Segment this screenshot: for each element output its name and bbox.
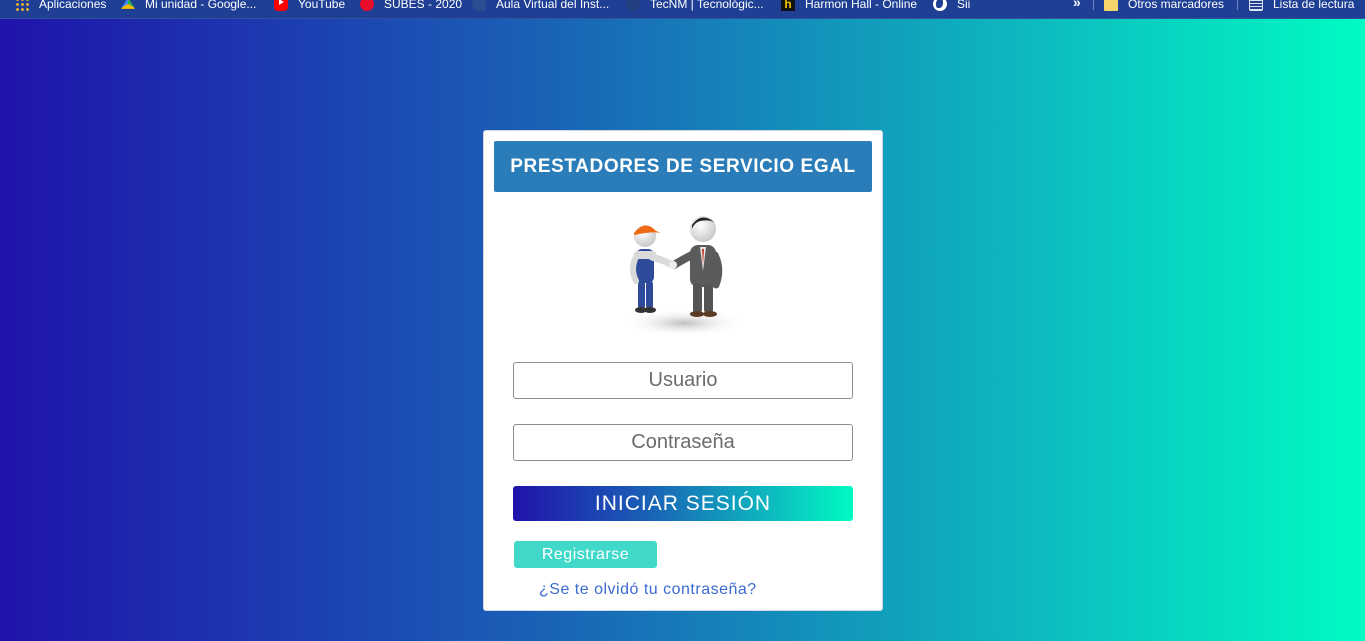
username-input[interactable] bbox=[513, 362, 853, 399]
bookmark-label: Lista de lectura bbox=[1273, 0, 1355, 11]
bookmark-label: Harmon Hall - Online bbox=[805, 0, 918, 11]
bookmarks-divider bbox=[1237, 0, 1238, 10]
bookmark-subes[interactable]: SUBES - 2020 bbox=[360, 0, 462, 13]
google-drive-icon bbox=[121, 0, 135, 9]
bookmark-harmon-hall[interactable]: h Harmon Hall - Online bbox=[781, 0, 917, 13]
harmon-hall-icon: h bbox=[781, 0, 795, 11]
youtube-icon bbox=[274, 0, 288, 11]
other-bookmarks-folder[interactable]: Otros marcadores bbox=[1104, 0, 1224, 13]
bookmark-label: TecNM | Tecnológic... bbox=[650, 0, 764, 11]
bookmark-label: SUBES - 2020 bbox=[384, 0, 463, 11]
bookmark-aula-virtual[interactable]: Aula Virtual del Inst... bbox=[472, 0, 609, 13]
forgot-password-link[interactable]: ¿Se te olvidó tu contraseña? bbox=[539, 581, 757, 599]
bookmark-label: Otros marcadores bbox=[1128, 0, 1225, 11]
register-button[interactable]: Registrarse bbox=[514, 541, 657, 568]
bookmark-mi-unidad[interactable]: Mi unidad - Google... bbox=[121, 0, 256, 13]
bookmarks-bar: Aplicaciones Mi unidad - Google... YouTu… bbox=[0, 0, 1365, 19]
businessman-figure bbox=[670, 216, 723, 317]
bookmarks-divider bbox=[1093, 0, 1094, 10]
bookmark-label: Aula Virtual del Inst... bbox=[496, 0, 610, 11]
bookmark-sii[interactable]: Sii bbox=[933, 0, 970, 13]
bookmark-label: Mi unidad - Google... bbox=[145, 0, 257, 11]
reading-list-icon bbox=[1249, 0, 1263, 11]
reading-list-button[interactable]: Lista de lectura bbox=[1249, 0, 1354, 13]
worker-figure bbox=[630, 225, 676, 313]
login-card: PRESTADORES DE SERVICIO EGAL Usuario INI… bbox=[483, 130, 883, 611]
apps-grid-icon bbox=[15, 0, 29, 11]
bookmark-label: Sii bbox=[957, 0, 971, 11]
subes-icon bbox=[360, 0, 374, 11]
bookmark-tecnm[interactable]: TecNM | Tecnológic... bbox=[626, 0, 764, 13]
bookmark-youtube[interactable]: YouTube bbox=[274, 0, 345, 13]
tecnm-icon bbox=[626, 0, 640, 11]
login-button[interactable]: INICIAR SESIÓN bbox=[513, 486, 853, 521]
globe-icon bbox=[933, 0, 947, 11]
login-title: PRESTADORES DE SERVICIO EGAL bbox=[494, 141, 872, 192]
bookmark-label: YouTube bbox=[298, 0, 346, 11]
handshake-illustration bbox=[622, 216, 746, 337]
password-input[interactable] bbox=[513, 424, 853, 461]
aula-virtual-icon bbox=[472, 0, 486, 11]
folder-icon bbox=[1104, 0, 1118, 11]
bookmark-label: Aplicaciones bbox=[39, 0, 107, 11]
more-bookmarks-chevron-icon[interactable]: » bbox=[1073, 0, 1081, 10]
bookmark-aplicaciones[interactable]: Aplicaciones bbox=[15, 0, 106, 13]
